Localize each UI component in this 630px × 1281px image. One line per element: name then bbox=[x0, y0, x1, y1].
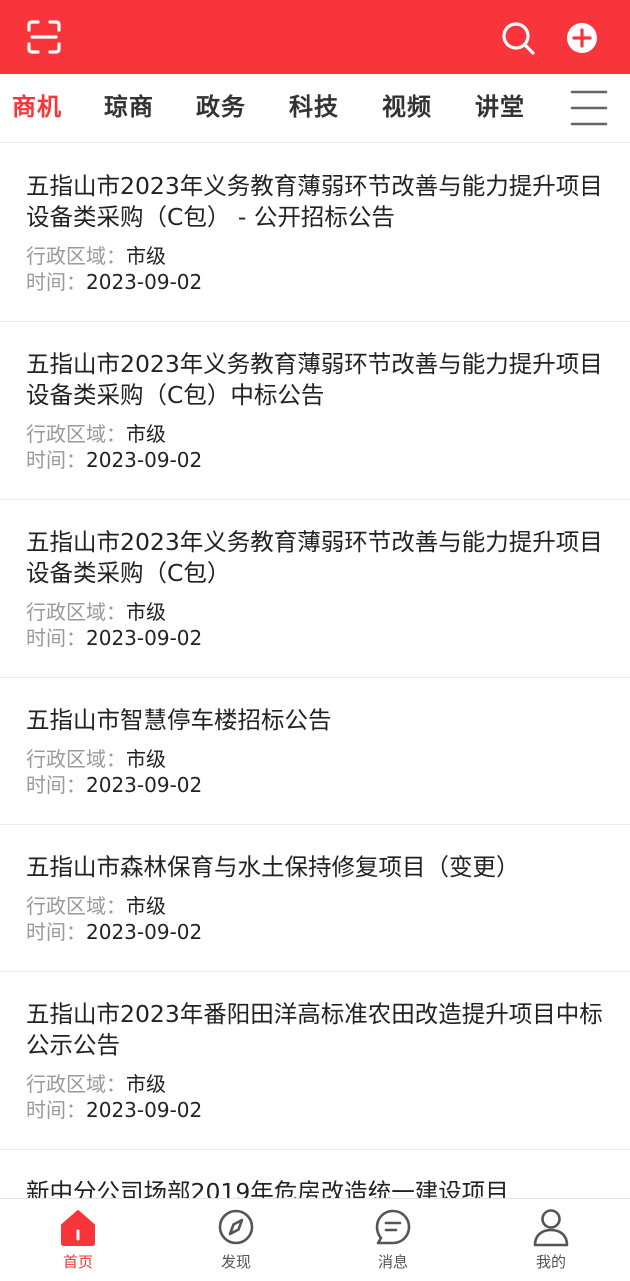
region-label: 行政区域： bbox=[26, 1072, 126, 1096]
bottom-nav: 首页 发现 消息 我的 bbox=[0, 1198, 630, 1281]
item-time: 时间：2023-09-02 bbox=[26, 919, 202, 945]
item-region: 行政区域：市级 bbox=[26, 746, 166, 772]
nav-label: 我的 bbox=[535, 1253, 566, 1271]
category-tabs: 商机 琼商 政务 科技 视频 讲堂 bbox=[0, 74, 630, 143]
time-label: 时间： bbox=[26, 448, 86, 472]
nav-label: 首页 bbox=[62, 1253, 93, 1271]
region-value: 市级 bbox=[126, 244, 166, 268]
compass-icon bbox=[218, 1209, 254, 1245]
region-value: 市级 bbox=[126, 894, 166, 918]
list-item[interactable]: 五指山市2023年义务教育薄弱环节改善与能力提升项目设备类采购（C包） 行政区域… bbox=[0, 499, 630, 678]
item-title: 五指山市2023年番阳田洋高标准农田改造提升项目中标公示公告 bbox=[26, 1000, 603, 1059]
list-item[interactable]: 五指山市智慧停车楼招标公告 行政区域：市级 时间：2023-09-02 bbox=[0, 677, 630, 825]
item-time: 时间：2023-09-02 bbox=[26, 625, 202, 651]
scan-icon[interactable] bbox=[26, 19, 62, 55]
item-time: 时间：2023-09-02 bbox=[26, 772, 202, 798]
user-icon bbox=[533, 1209, 569, 1247]
tab-shipin[interactable]: 视频 bbox=[382, 74, 432, 142]
item-title: 五指山市森林保育与水土保持修复项目（变更） bbox=[26, 853, 520, 881]
region-value: 市级 bbox=[126, 1072, 166, 1096]
nav-profile[interactable]: 我的 bbox=[491, 1199, 611, 1281]
add-icon[interactable] bbox=[564, 20, 600, 56]
home-icon bbox=[61, 1210, 95, 1246]
region-label: 行政区域： bbox=[26, 600, 126, 624]
tab-keji[interactable]: 科技 bbox=[289, 74, 339, 142]
message-icon bbox=[375, 1209, 411, 1245]
nav-discover[interactable]: 发现 bbox=[176, 1199, 296, 1281]
time-value: 2023-09-02 bbox=[86, 448, 203, 472]
region-value: 市级 bbox=[126, 422, 166, 446]
time-value: 2023-09-02 bbox=[86, 626, 203, 650]
region-label: 行政区域： bbox=[26, 244, 126, 268]
time-label: 时间： bbox=[26, 773, 86, 797]
menu-icon[interactable] bbox=[570, 88, 608, 128]
tab-zhengwu[interactable]: 政务 bbox=[196, 74, 246, 142]
search-icon[interactable] bbox=[500, 20, 536, 56]
nav-label: 发现 bbox=[220, 1253, 251, 1271]
item-region: 行政区域：市级 bbox=[26, 243, 166, 269]
item-region: 行政区域：市级 bbox=[26, 1071, 166, 1097]
tab-jiangtang[interactable]: 讲堂 bbox=[475, 74, 525, 142]
time-value: 2023-09-02 bbox=[86, 773, 203, 797]
region-label: 行政区域： bbox=[26, 894, 126, 918]
item-region: 行政区域：市级 bbox=[26, 893, 166, 919]
region-value: 市级 bbox=[126, 747, 166, 771]
time-value: 2023-09-02 bbox=[86, 1098, 203, 1122]
time-label: 时间： bbox=[26, 270, 86, 294]
item-time: 时间：2023-09-02 bbox=[26, 447, 202, 473]
item-time: 时间：2023-09-02 bbox=[26, 269, 202, 295]
region-value: 市级 bbox=[126, 600, 166, 624]
time-label: 时间： bbox=[26, 1098, 86, 1122]
nav-label: 消息 bbox=[377, 1253, 408, 1271]
nav-messages[interactable]: 消息 bbox=[333, 1199, 453, 1281]
region-label: 行政区域： bbox=[26, 747, 126, 771]
time-value: 2023-09-02 bbox=[86, 920, 203, 944]
item-region: 行政区域：市级 bbox=[26, 599, 166, 625]
item-title: 五指山市2023年义务教育薄弱环节改善与能力提升项目设备类采购（C包） bbox=[26, 528, 603, 587]
tab-qiongshang[interactable]: 琼商 bbox=[104, 74, 154, 142]
item-title: 五指山市2023年义务教育薄弱环节改善与能力提升项目设备类采购（C包）中标公告 bbox=[26, 350, 603, 409]
item-region: 行政区域：市级 bbox=[26, 421, 166, 447]
list-item[interactable]: 五指山市2023年义务教育薄弱环节改善与能力提升项目设备类采购（C包） - 公开… bbox=[0, 143, 630, 322]
list-item[interactable]: 五指山市2023年义务教育薄弱环节改善与能力提升项目设备类采购（C包）中标公告 … bbox=[0, 321, 630, 500]
list-item[interactable]: 五指山市森林保育与水土保持修复项目（变更） 行政区域：市级 时间：2023-09… bbox=[0, 824, 630, 972]
item-time: 时间：2023-09-02 bbox=[26, 1097, 202, 1123]
time-label: 时间： bbox=[26, 626, 86, 650]
list-item[interactable]: 五指山市2023年番阳田洋高标准农田改造提升项目中标公示公告 行政区域：市级 时… bbox=[0, 971, 630, 1150]
time-value: 2023-09-02 bbox=[86, 270, 203, 294]
region-label: 行政区域： bbox=[26, 422, 126, 446]
item-title: 五指山市2023年义务教育薄弱环节改善与能力提升项目设备类采购（C包） - 公开… bbox=[26, 172, 603, 231]
item-title: 五指山市智慧停车楼招标公告 bbox=[26, 706, 332, 734]
top-header bbox=[0, 0, 630, 74]
tab-shangji[interactable]: 商机 bbox=[12, 74, 62, 142]
time-label: 时间： bbox=[26, 920, 86, 944]
nav-home[interactable]: 首页 bbox=[18, 1199, 138, 1281]
